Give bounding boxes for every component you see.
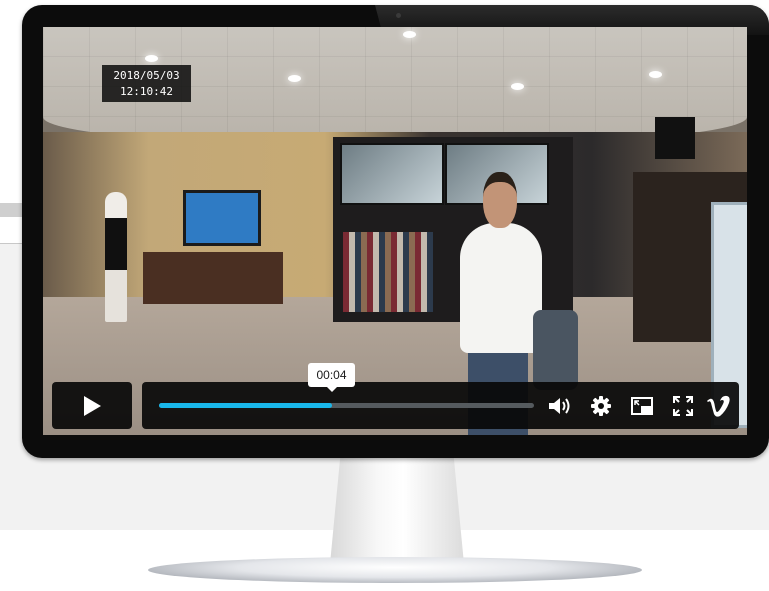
- scene-cabinet: [143, 252, 283, 304]
- monitor-stand-base: [148, 557, 642, 583]
- volume-button[interactable]: [546, 392, 574, 420]
- timestamp-time: 12:10:42: [120, 85, 173, 98]
- fullscreen-button[interactable]: [669, 392, 697, 420]
- scene-tv: [183, 190, 261, 246]
- scene-light: [511, 83, 524, 90]
- scene-light: [403, 31, 416, 38]
- scene-light: [145, 55, 158, 62]
- timestamp-date: 2018/05/03: [113, 69, 180, 82]
- video-player[interactable]: 2018/05/03 12:10:42 00:04: [43, 27, 747, 435]
- pip-button[interactable]: [628, 392, 656, 420]
- vimeo-logo-icon: [707, 395, 730, 417]
- scene-person-head: [483, 172, 517, 228]
- scene-person-shirt: [460, 223, 542, 353]
- vimeo-link[interactable]: [705, 392, 733, 420]
- controls-bar: [142, 382, 739, 429]
- play-icon: [84, 395, 101, 416]
- scene-mannequin: [105, 192, 127, 322]
- scene-clothes-rack: [343, 232, 433, 312]
- scene-person-jacket: [533, 310, 578, 390]
- progress-bar[interactable]: [159, 403, 534, 408]
- settings-button[interactable]: [587, 392, 615, 420]
- timestamp-overlay: 2018/05/03 12:10:42: [102, 65, 191, 102]
- gear-icon: [591, 396, 611, 416]
- scene-light: [288, 75, 301, 82]
- fullscreen-icon: [673, 396, 693, 416]
- progress-fill: [159, 403, 332, 408]
- monitor-camera: [396, 13, 401, 18]
- scene-light: [649, 71, 662, 78]
- scene-poster: [340, 143, 444, 205]
- picture-in-picture-icon: [631, 397, 653, 415]
- time-tooltip: 00:04: [308, 363, 355, 392]
- volume-icon: [549, 398, 570, 414]
- scene-speaker: [655, 117, 695, 159]
- play-button[interactable]: [52, 382, 132, 429]
- monitor-stand-neck: [330, 452, 464, 564]
